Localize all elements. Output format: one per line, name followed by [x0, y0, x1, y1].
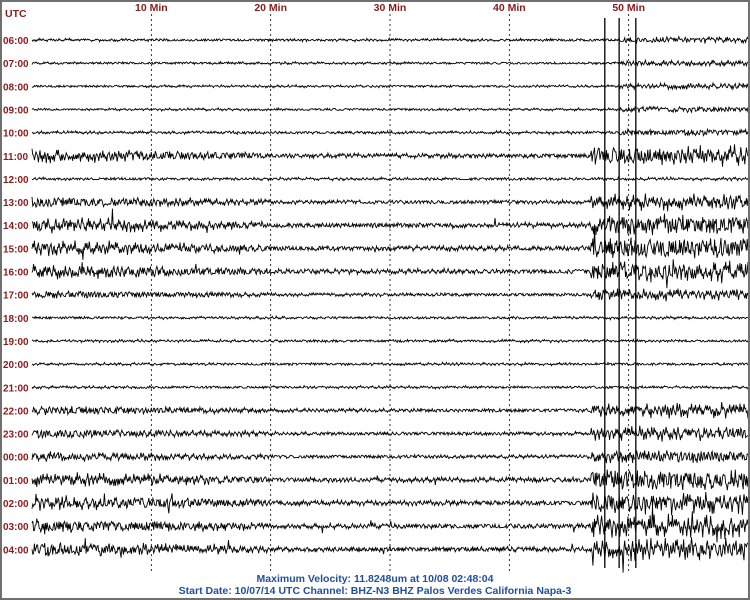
start-date-channel-text: Start Date: 10/07/14 UTC Channel: BHZ-N3…	[178, 585, 572, 597]
max-velocity-text: Maximum Velocity: 11.8248um at 10/08 02:…	[256, 573, 494, 585]
plot-frame	[0, 0, 750, 600]
